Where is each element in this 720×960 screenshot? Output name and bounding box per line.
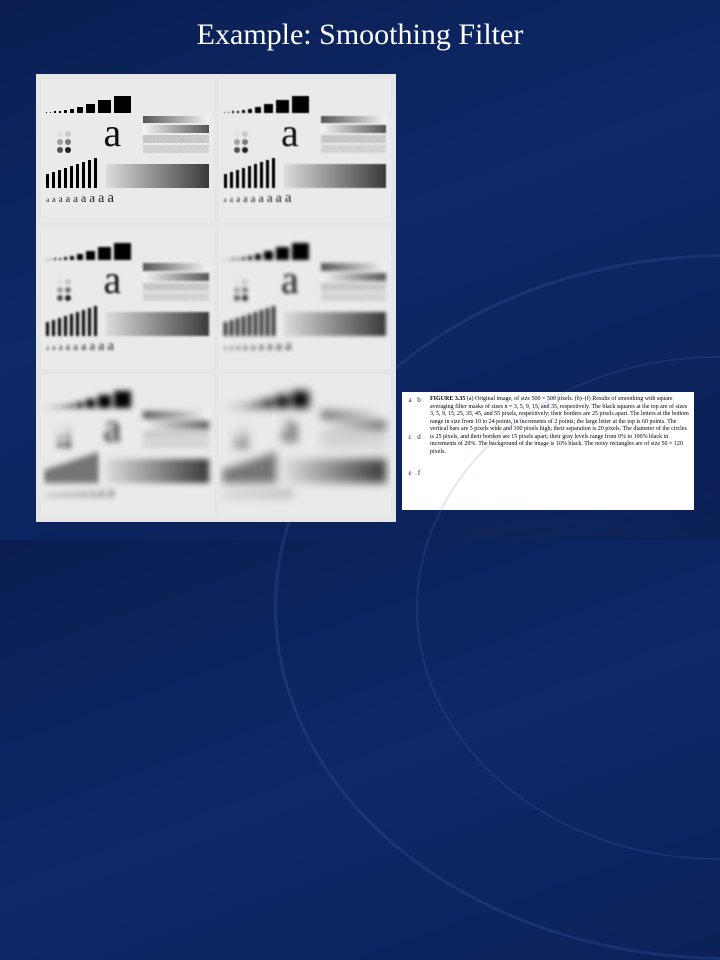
- panel-0: aaaaaaaaaa: [41, 79, 214, 222]
- big-a: a: [103, 260, 121, 300]
- caption-figure-label: FIGURE 3.35: [430, 396, 465, 402]
- big-a: a: [103, 113, 121, 153]
- big-a: a: [103, 408, 121, 448]
- caption-panel-labels: abcdef: [406, 396, 424, 506]
- big-a: a: [281, 408, 299, 448]
- caption-body: (a) Original image, of size 500 × 500 pi…: [430, 396, 689, 455]
- panel-2: aaaaaaaaaa: [41, 227, 214, 370]
- big-a: a: [281, 113, 299, 153]
- panel-4: aaaaaaaaaa: [41, 374, 214, 517]
- smoothing-figure-grid: aaaaaaaaaaaaaaaaaaaaaaaaaaaaaaaaaaaaaaaa…: [36, 74, 396, 522]
- figure-caption: abcdef FIGURE 3.35 (a) Original image, o…: [402, 392, 694, 510]
- panel-3: aaaaaaaaaa: [219, 227, 392, 370]
- panel-1: aaaaaaaaaa: [219, 79, 392, 222]
- big-a: a: [281, 260, 299, 300]
- caption-text: FIGURE 3.35 (a) Original image, of size …: [430, 396, 690, 506]
- slide-title: Example: Smoothing Filter: [0, 0, 720, 58]
- panel-5: aaaaaaaaaa: [219, 374, 392, 517]
